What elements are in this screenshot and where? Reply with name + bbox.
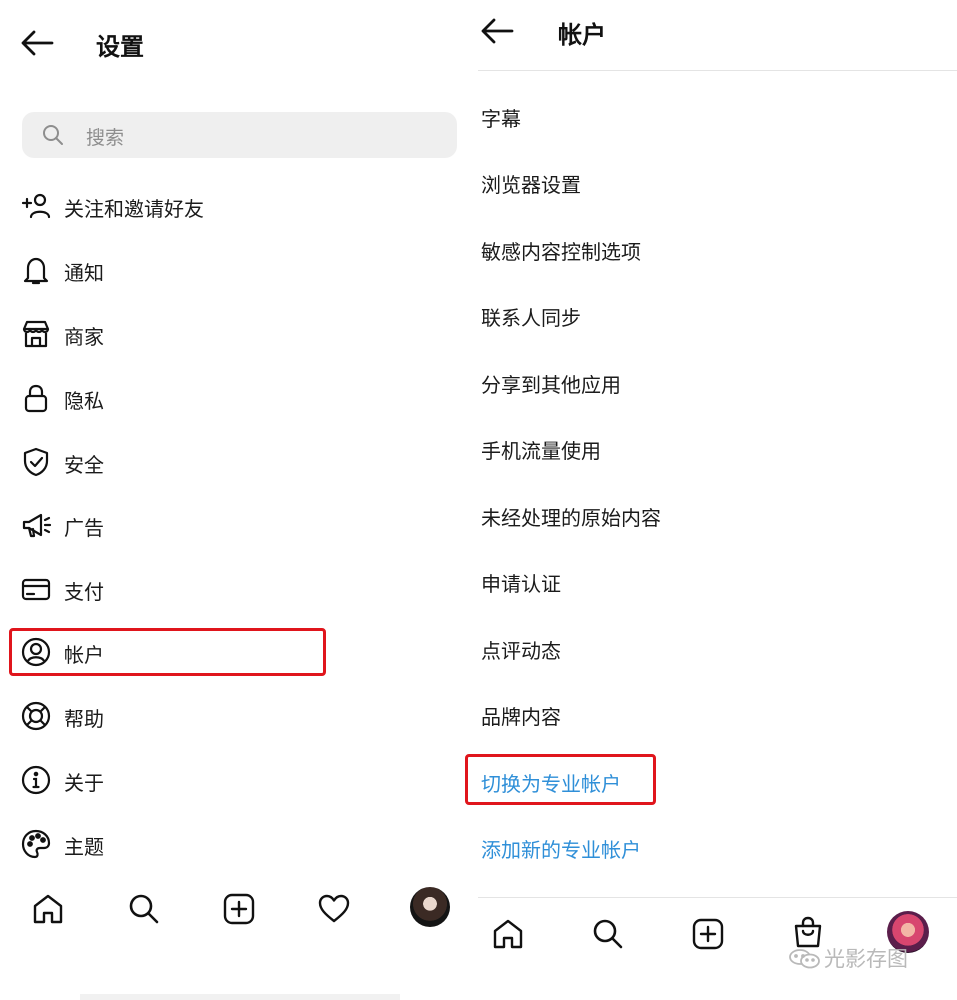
search-input[interactable]: 搜索 — [22, 112, 457, 158]
account-panel: 帐户 字幕 浏览器设置 敏感内容控制选项 联系人同步 分享到其他应用 手机流量使… — [465, 0, 957, 1000]
list-item[interactable]: 字幕 — [481, 103, 521, 132]
highlight-box-switch-pro — [465, 754, 656, 805]
bell-icon — [20, 254, 52, 286]
search-placeholder: 搜索 — [86, 127, 125, 149]
page-title: 帐户 — [558, 21, 606, 49]
header-divider — [478, 70, 957, 71]
menu-item-ads[interactable]: 广告 — [20, 503, 420, 547]
back-arrow-icon[interactable] — [480, 17, 514, 45]
credit-card-icon — [20, 573, 52, 605]
list-item[interactable]: 敏感内容控制选项 — [481, 236, 641, 265]
list-item[interactable]: 分享到其他应用 — [481, 369, 621, 398]
list-item[interactable]: 未经处理的原始内容 — [481, 502, 661, 531]
search-icon[interactable] — [590, 916, 626, 952]
watermark-text: 光影存图 — [824, 947, 908, 971]
menu-label: 主题 — [64, 835, 104, 859]
menu-item-help[interactable]: 帮助 — [20, 694, 420, 738]
menu-label: 商家 — [64, 325, 104, 349]
create-post-icon[interactable] — [690, 916, 726, 952]
highlight-box-account — [9, 628, 326, 676]
lifebuoy-icon — [20, 700, 52, 732]
back-arrow-icon[interactable] — [20, 29, 54, 57]
menu-item-security[interactable]: 安全 — [20, 440, 420, 484]
shield-icon — [20, 446, 52, 478]
add-person-icon — [20, 190, 52, 222]
heart-icon[interactable] — [316, 891, 352, 927]
list-item[interactable]: 申请认证 — [481, 568, 561, 597]
bottom-nav-divider — [478, 897, 957, 898]
list-item[interactable]: 浏览器设置 — [481, 169, 581, 198]
profile-avatar[interactable] — [410, 887, 450, 927]
settings-panel: 设置 搜索 关注和邀请好友 通知 商家 隐私 安全 广告 支付 帐户 帮助 关于… — [0, 0, 470, 1000]
lock-icon — [20, 382, 52, 414]
menu-item-theme[interactable]: 主题 — [20, 822, 420, 866]
add-pro-account-link[interactable]: 添加新的专业帐户 — [481, 834, 641, 863]
menu-item-notifications[interactable]: 通知 — [20, 248, 420, 292]
create-post-icon[interactable] — [221, 891, 257, 927]
watermark: 光影存图 — [788, 943, 908, 973]
wechat-icon — [788, 948, 822, 970]
store-icon — [20, 318, 52, 350]
menu-label: 关于 — [64, 771, 104, 795]
search-icon — [42, 124, 64, 146]
menu-item-about[interactable]: 关于 — [20, 758, 420, 802]
menu-item-business[interactable]: 商家 — [20, 312, 420, 356]
home-icon[interactable] — [490, 916, 526, 952]
menu-item-payments[interactable]: 支付 — [20, 567, 420, 611]
list-item[interactable]: 联系人同步 — [481, 302, 581, 331]
menu-label: 通知 — [64, 261, 104, 285]
list-item[interactable]: 点评动态 — [481, 635, 561, 664]
info-icon — [20, 764, 52, 796]
menu-item-follow-invite[interactable]: 关注和邀请好友 — [20, 184, 420, 228]
page-title: 设置 — [96, 33, 144, 61]
list-item[interactable]: 手机流量使用 — [481, 435, 601, 464]
menu-label: 隐私 — [64, 389, 104, 413]
menu-label: 安全 — [64, 453, 104, 477]
menu-item-privacy[interactable]: 隐私 — [20, 376, 420, 420]
palette-icon — [20, 828, 52, 860]
search-icon[interactable] — [126, 891, 162, 927]
list-item[interactable]: 品牌内容 — [481, 701, 561, 730]
menu-label: 关注和邀请好友 — [64, 197, 204, 221]
menu-label: 支付 — [64, 580, 104, 604]
home-icon[interactable] — [30, 891, 66, 927]
menu-label: 广告 — [64, 516, 104, 540]
megaphone-icon — [20, 509, 52, 541]
bottom-strip — [80, 994, 400, 1000]
menu-label: 帮助 — [64, 707, 104, 731]
